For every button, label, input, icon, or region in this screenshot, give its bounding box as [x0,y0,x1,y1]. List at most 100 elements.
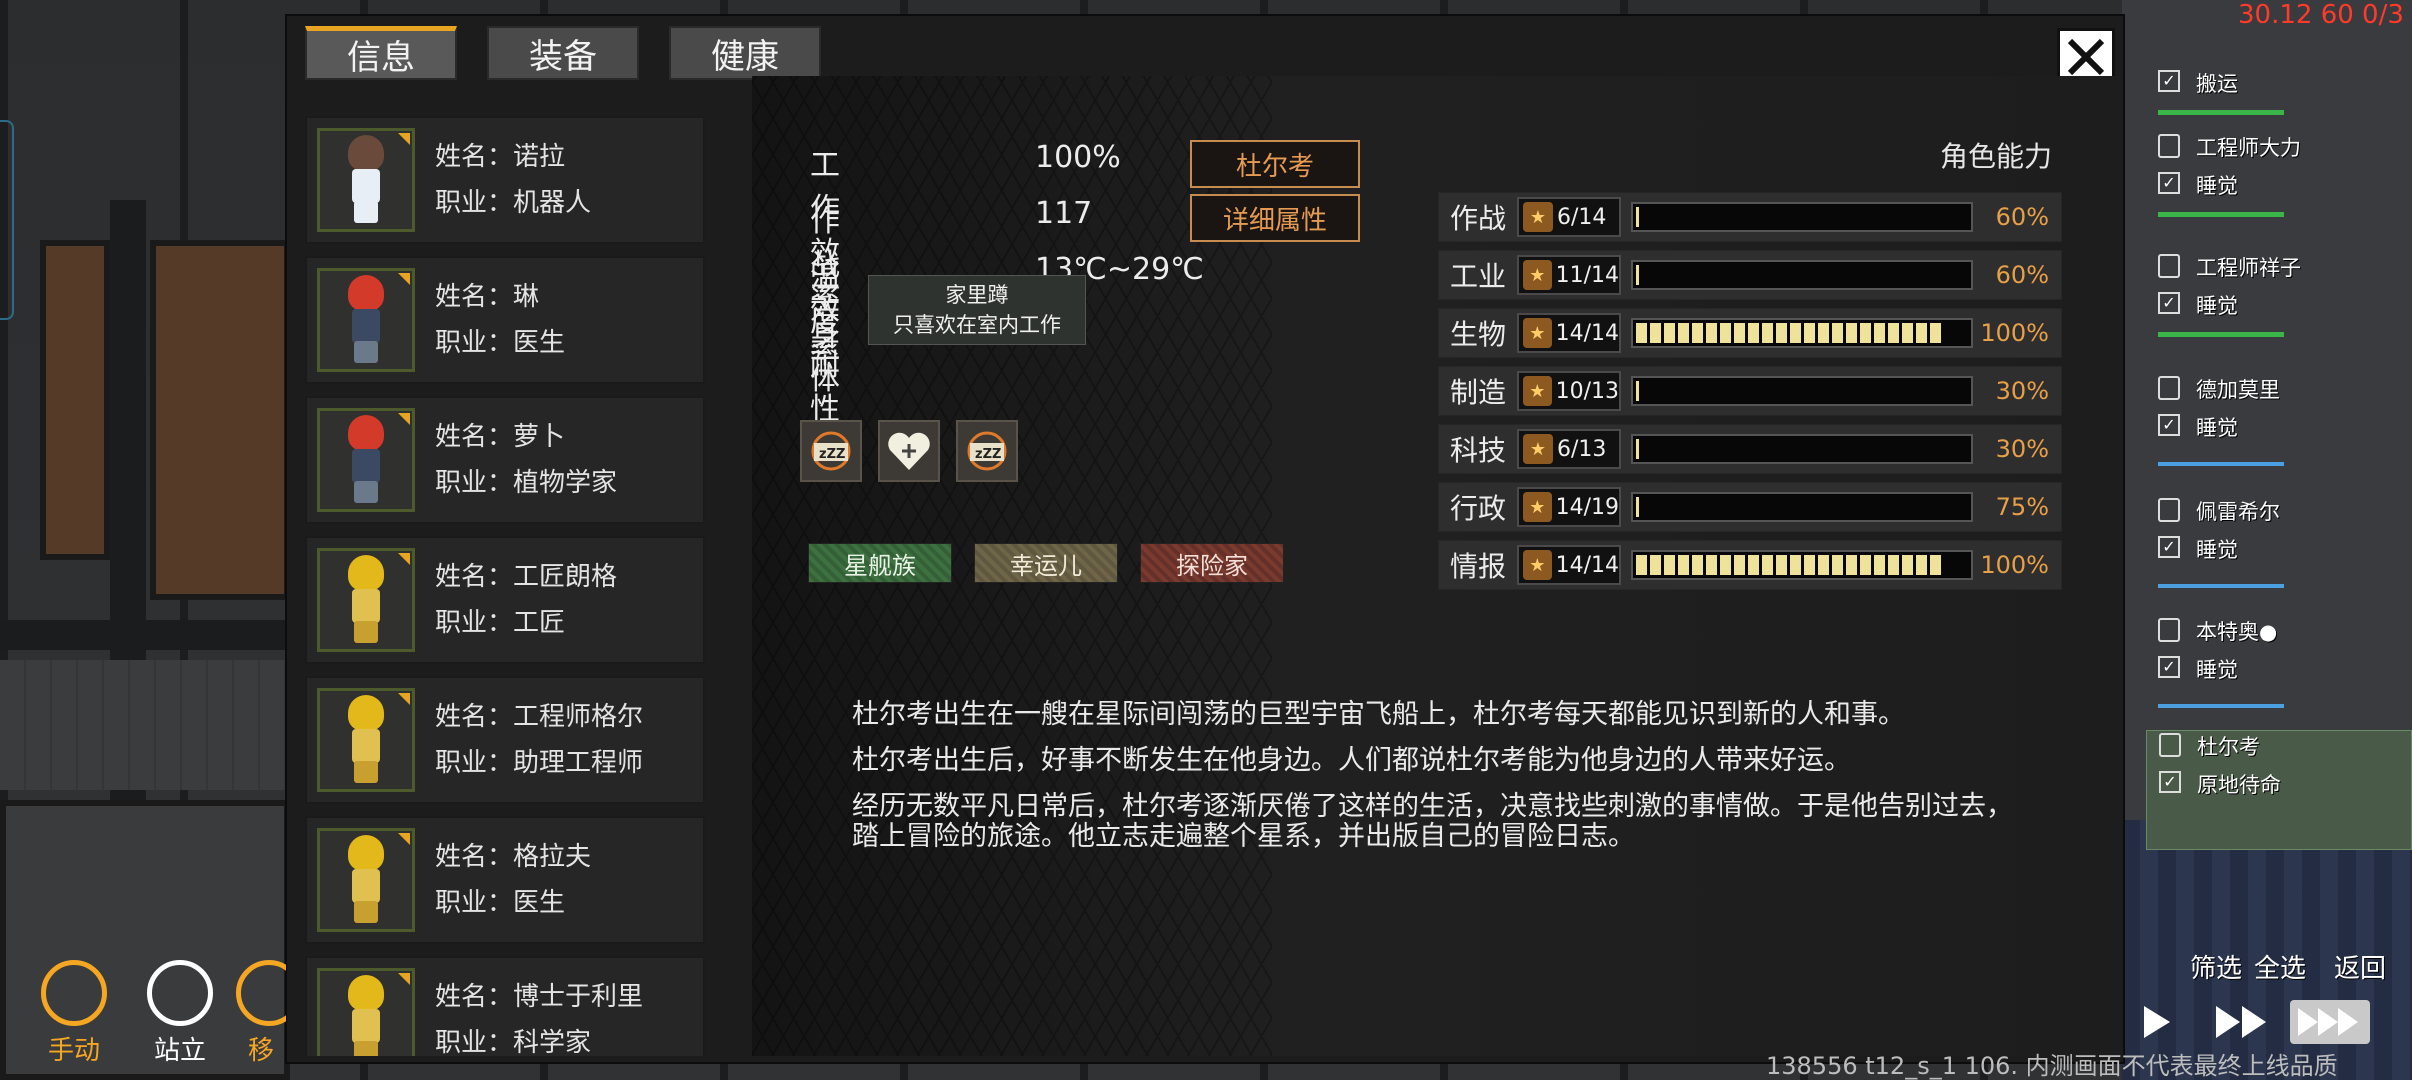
energy-bar [2158,704,2284,708]
ability-label: 制造 [1449,376,1506,409]
colonist-status: 搬运 [2196,72,2238,96]
stat-value: 117 [1035,196,1093,231]
roster-name: 姓名：工匠朗格 [435,562,618,592]
roster-job: 职业：医生 [435,328,566,358]
id-card-icon [2158,376,2180,400]
progress-segment [1874,555,1885,575]
tab-info[interactable]: 信息 [305,26,457,80]
ability-progress-bar [1631,434,1973,464]
colonist-item[interactable]: 工程师祥子 ✓ 睡觉 [2146,252,2412,372]
progress-segment [1874,323,1885,343]
manual-mode-button[interactable]: 手动 [24,960,124,1067]
sleep-icon[interactable]: zZZ [956,420,1018,482]
stand-label: 站立 [153,1036,206,1066]
progress-segment [1832,323,1843,343]
progress-segment [1706,323,1717,343]
manual-label: 手动 [47,1036,100,1066]
character-name-button[interactable]: 杜尔考 [1190,140,1360,188]
back-button[interactable]: 返回 [2334,948,2386,985]
fast-forward-icon[interactable] [2212,1000,2272,1044]
ability-label: 生物 [1449,318,1506,351]
sleep-icon[interactable]: zZZ [800,420,862,482]
roster-item[interactable]: 姓名：诺拉 职业：机器人 [305,116,705,244]
roster-item[interactable]: 姓名：工程师格尔 职业：助理工程师 [305,676,705,804]
id-card-icon [2158,134,2180,158]
trait-tag[interactable]: 星舰族 [808,543,952,583]
checkbox-icon[interactable]: ✓ [2158,70,2180,92]
ability-progress-bar [1631,202,1973,232]
tab-equipment[interactable]: 装备 [487,26,639,80]
roster-item[interactable]: 姓名：萝卜 职业：植物学家 [305,396,705,524]
character-portrait [317,268,415,372]
status-icons: zZZ zZZ [800,420,1018,482]
svg-text:zZZ: zZZ [975,447,1001,462]
roster-name: 姓名：萝卜 [435,422,566,452]
progress-segment [1748,555,1759,575]
heart-plus-icon[interactable] [878,420,940,482]
progress-segment [1720,323,1731,343]
colonist-item[interactable]: 佩雷希尔 ✓ 睡觉 [2146,496,2412,616]
checkbox-icon[interactable]: ✓ [2158,172,2180,194]
roster-job: 职业：助理工程师 [435,748,644,778]
id-card-icon [2158,254,2180,278]
move-button[interactable]: 移 [236,960,286,1067]
colonist-name: 本特奥● [2196,620,2278,644]
ability-level: ★ 14/14 [1517,545,1621,585]
progress-segment [1888,323,1899,343]
fastest-forward-icon[interactable] [2290,1000,2370,1044]
filter-button[interactable]: 筛选 [2190,948,2242,985]
roster-item[interactable]: 姓名：琳职业：医生 [305,256,705,384]
trait-tag[interactable]: 幸运儿 [974,543,1118,583]
move-icon [236,960,286,1026]
colonist-item[interactable]: 本特奥● ✓ 睡觉 [2146,616,2412,736]
progress-segment [1734,323,1745,343]
fist-icon: ★ [1523,492,1552,522]
roster-name: 姓名：诺拉 [435,142,566,172]
trait-tags: 星舰族 幸运儿 探险家 [808,543,1284,583]
colonist-item[interactable]: 工程师大力 ✓ 睡觉 [2146,132,2412,252]
tab-health[interactable]: 健康 [669,26,821,80]
detail-attributes-button[interactable]: 详细属性 [1190,194,1360,242]
ability-label: 行政 [1449,492,1506,525]
id-card-icon [2158,618,2180,642]
bio-paragraph: 杜尔考出生后，好事不断发生在他身边。人们都说杜尔考能为他身边的人带来好运。 [852,745,1851,776]
roster-item[interactable]: 姓名：格拉夫 职业：医生 [305,816,705,944]
checkbox-icon[interactable]: ✓ [2159,771,2181,793]
progress-segment [1916,555,1927,575]
play-icon[interactable] [2134,1000,2178,1044]
roster-name: 姓名：格拉夫 [435,842,592,872]
progress-segment [1776,323,1787,343]
character-portrait [317,128,415,232]
tooltip-title: 家里蹲 [945,283,1009,307]
stat-label: 身体 [810,318,840,397]
checkbox-icon[interactable]: ✓ [2158,656,2180,678]
trait-tag[interactable]: 探险家 [1140,543,1284,583]
checkbox-icon[interactable]: ✓ [2158,536,2180,558]
progress-segment [1818,555,1829,575]
ability-level: ★ 14/19 [1517,487,1621,527]
ability-progress-bar [1631,376,1973,406]
roster-item[interactable]: 姓名：工匠朗格 职业：工匠 [305,536,705,664]
build-info-footer: 138556 t12_s_1 106. 内测画面不代表最终上线品质 [1766,1052,2338,1080]
stand-button[interactable]: 站立 [130,960,230,1067]
stat-value: 100% [1035,140,1121,175]
colonist-item[interactable]: 德加莫里 ✓ 睡觉 [2146,374,2412,494]
arm-icon: ★ [1523,202,1553,232]
ability-row: 行政 ★ 14/19 75% [1438,482,2062,532]
checkbox-icon[interactable]: ✓ [2158,292,2180,314]
ability-value: 14/19 [1555,494,1619,520]
move-label: 移 [247,1036,274,1066]
ability-label: 情报 [1449,550,1506,583]
progress-segment [1846,323,1857,343]
colonist-status: 睡觉 [2196,174,2238,198]
ability-row: 生物 ★ 14/14 100% [1438,308,2062,358]
colonist-item-selected[interactable]: 杜尔考 ✓ 原地待命 [2146,730,2412,850]
select-all-button[interactable]: 全选 [2254,948,2306,985]
progress-segment [1776,555,1787,575]
colonist-name: 工程师大力 [2196,136,2301,160]
checkbox-icon[interactable]: ✓ [2158,414,2180,436]
roster-item[interactable]: 姓名：博士于利里 职业：科学家 [305,956,705,1056]
roster-name: 姓名：琳 [435,282,540,312]
resource-counter: 30.12 60 0/3 [2238,0,2404,30]
ability-value: 11/14 [1555,262,1619,288]
